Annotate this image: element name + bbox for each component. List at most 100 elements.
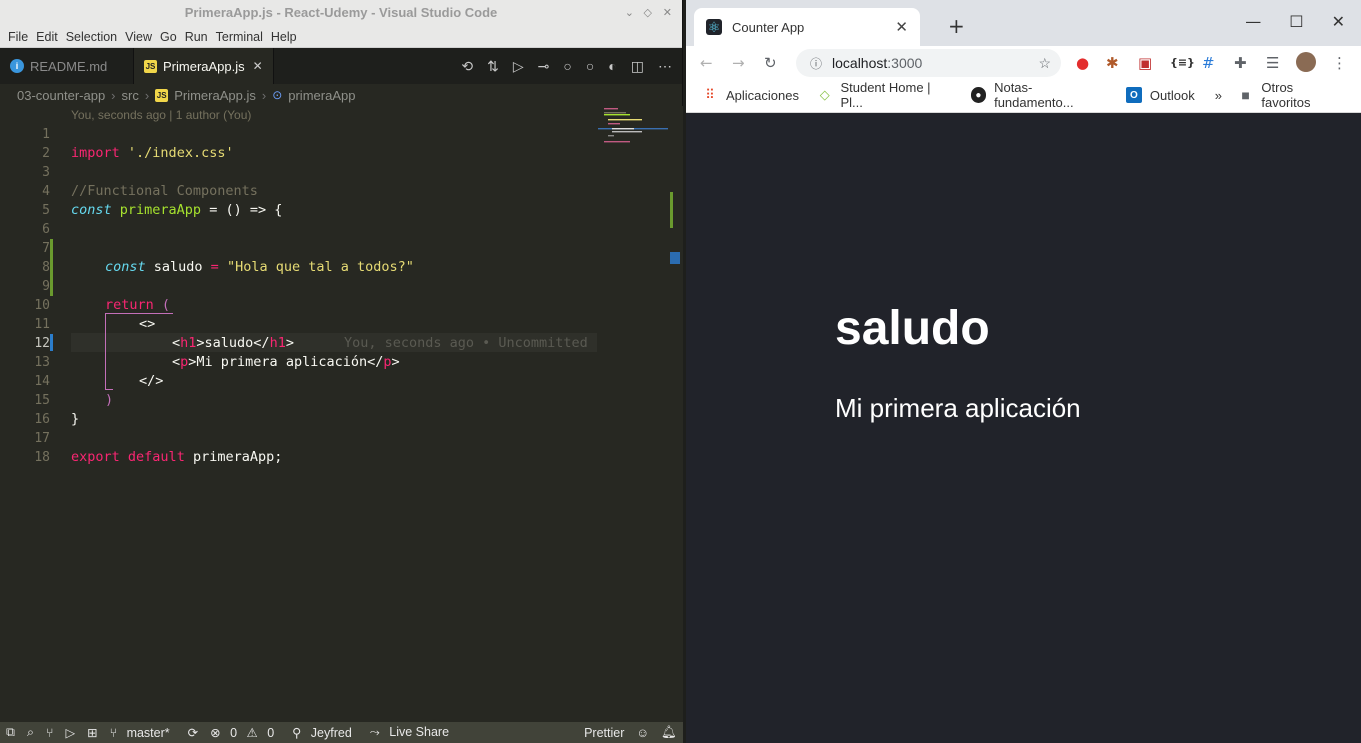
git-user-indicator[interactable]: ⚲ Jeyfred xyxy=(292,725,358,740)
code-editor[interactable]: You, seconds ago | 1 author (You) 1 2 3 … xyxy=(0,106,683,722)
live-share-button[interactable]: ⤳ Live Share xyxy=(370,725,455,740)
extensions-puzzle-icon[interactable]: ✚ xyxy=(1234,54,1247,72)
code-line-10: return ( xyxy=(105,297,171,313)
previous-change-icon[interactable]: ○ xyxy=(563,58,571,74)
pluralsight-icon: ◇ xyxy=(819,87,830,102)
bookmark-other[interactable]: ■ Otros favoritos xyxy=(1238,80,1343,110)
blame-codelens[interactable]: You, seconds ago | 1 author (You) xyxy=(71,108,251,122)
status-bar: ⧉ ⌕ ⑂ ▷ ⊞ ⑂ master* ⟳ ⊗ 0 ⚠ 0 ⚲ Jeyfred … xyxy=(0,722,683,743)
new-tab-icon[interactable]: + xyxy=(948,14,965,38)
page-viewport: saludo Mi primera aplicación xyxy=(686,113,1361,743)
explorer-icon[interactable]: ⧉ xyxy=(6,725,15,740)
menu-run[interactable]: Run xyxy=(181,30,212,44)
run-debug-icon[interactable]: ▷ xyxy=(65,725,75,740)
tab-readme[interactable]: i README.md xyxy=(0,48,134,84)
close-tab-icon[interactable]: ✕ xyxy=(253,59,263,73)
compare-changes-icon[interactable]: ⇅ xyxy=(487,58,499,75)
site-info-icon[interactable]: ⓘ xyxy=(810,55,822,72)
grid-extension-icon[interactable]: # xyxy=(1202,54,1215,72)
menu-go[interactable]: Go xyxy=(156,30,181,44)
problems-indicator[interactable]: ⊗ 0 ⚠ 0 xyxy=(210,725,280,740)
forward-icon[interactable]: → xyxy=(732,54,745,72)
line-number: 10 xyxy=(34,298,50,313)
notifications-icon[interactable]: 🔔︎ xyxy=(661,725,677,740)
window-controls: — ☐ ✕ xyxy=(1245,12,1345,31)
maximize-icon[interactable]: ☐ xyxy=(1289,12,1303,31)
code-line-16: } xyxy=(71,411,80,427)
line-number: 5 xyxy=(42,203,50,218)
breadcrumb-folder[interactable]: 03-counter-app xyxy=(17,88,105,103)
bug-extension-icon[interactable]: ✱ xyxy=(1106,54,1119,72)
menu-edit[interactable]: Edit xyxy=(32,30,62,44)
next-change-icon[interactable]: ○ xyxy=(586,58,594,74)
maximize-icon[interactable]: ◇ xyxy=(644,0,652,26)
bookmark-outlook[interactable]: O Outlook xyxy=(1125,87,1195,103)
code-line-12: <h1>saludo</h1> You, seconds ago • Uncomm… xyxy=(172,335,588,351)
toggle-blame-icon[interactable]: ◐ xyxy=(608,58,616,74)
opera-extension-icon[interactable]: ● xyxy=(1076,54,1089,72)
menu-terminal[interactable]: Terminal xyxy=(212,30,267,44)
back-icon[interactable]: ← xyxy=(700,54,713,72)
reload-icon[interactable]: ↻ xyxy=(764,54,777,72)
bookmark-star-icon[interactable]: ☆ xyxy=(1038,55,1051,72)
close-tab-icon[interactable]: ✕ xyxy=(895,18,908,36)
window-title: PrimeraApp.js - React-Udemy - Visual Stu… xyxy=(184,5,498,20)
minimize-icon[interactable]: ⌄ xyxy=(625,0,634,26)
menu-selection[interactable]: Selection xyxy=(62,30,121,44)
line-number: 3 xyxy=(42,165,50,180)
url-host: localhost xyxy=(832,55,888,71)
tab-label: PrimeraApp.js xyxy=(163,58,245,74)
react-icon: ⚛ xyxy=(706,18,722,35)
scrollbar-thumb[interactable] xyxy=(670,252,680,264)
close-icon[interactable]: ✕ xyxy=(1332,12,1345,31)
line-number: 15 xyxy=(34,393,50,408)
menu-bar: File Edit Selection View Go Run Terminal… xyxy=(0,26,682,48)
address-bar[interactable]: ⓘ localhost:3000 ☆ xyxy=(796,49,1061,77)
tab-label: README.md xyxy=(30,58,108,74)
branch-indicator[interactable]: ⑂ master* xyxy=(110,726,176,740)
breadcrumb-src[interactable]: src xyxy=(122,88,139,103)
breadcrumb-file[interactable]: PrimeraApp.js xyxy=(174,88,256,103)
image-extension-icon[interactable]: ▣ xyxy=(1138,54,1152,72)
split-editor-icon[interactable]: ◫ xyxy=(631,58,644,75)
media-playlist-icon[interactable]: ☰ xyxy=(1266,54,1279,72)
code-line-4: //Functional Components xyxy=(71,183,258,199)
extensions-icon[interactable]: ⊞ xyxy=(87,725,97,740)
line-number: 6 xyxy=(42,222,50,237)
menu-help[interactable]: Help xyxy=(267,30,301,44)
code-line-8: const saludo = "Hola que tal a todos?" xyxy=(105,259,414,275)
line-number: 16 xyxy=(34,412,50,427)
json-extension-icon[interactable]: {≡} xyxy=(1170,56,1195,69)
menu-file[interactable]: File xyxy=(4,30,32,44)
browser-tab[interactable]: ⚛ Counter App ✕ xyxy=(694,8,920,46)
tab-primeraapp[interactable]: JS PrimeraApp.js ✕ xyxy=(134,48,274,84)
bookmark-notas[interactable]: ● Notas-fundamento... xyxy=(970,80,1108,110)
source-control-icon[interactable]: ⑂ xyxy=(46,726,54,740)
bookmark-student-home[interactable]: ◇ Student Home | Pl... xyxy=(817,80,953,110)
close-icon[interactable]: ✕ xyxy=(663,0,672,26)
info-icon: i xyxy=(10,59,24,73)
git-commit-icon[interactable]: ⊸ xyxy=(538,58,550,75)
more-bookmarks-icon[interactable]: » xyxy=(1215,88,1222,103)
prettier-indicator[interactable]: Prettier xyxy=(584,726,624,740)
search-icon[interactable]: ⌕ xyxy=(27,725,34,740)
code-line-14: </> xyxy=(139,373,164,389)
js-icon: JS xyxy=(144,59,157,73)
more-actions-icon[interactable]: ⋯ xyxy=(658,58,672,75)
apps-grid-icon: ⠿ xyxy=(705,87,715,102)
breadcrumb-symbol[interactable]: primeraApp xyxy=(288,88,355,103)
timeline-icon[interactable]: ⟲ xyxy=(461,58,473,75)
minimap[interactable] xyxy=(598,106,670,166)
minimize-icon[interactable]: — xyxy=(1245,12,1261,31)
code-line-18: export default primeraApp; xyxy=(71,449,283,465)
run-icon[interactable]: ▷ xyxy=(513,58,524,75)
code-line-13: <p>Mi primera aplicación</p> xyxy=(172,354,400,370)
sync-icon[interactable]: ⟳ xyxy=(188,725,198,740)
tab-title: Counter App xyxy=(732,19,805,35)
avatar[interactable] xyxy=(1296,52,1316,72)
line-number: 7 xyxy=(42,241,50,256)
menu-view[interactable]: View xyxy=(121,30,156,44)
feedback-icon[interactable]: ☺ xyxy=(636,726,649,740)
bookmark-apps[interactable]: ⠿ Aplicaciones xyxy=(702,87,799,103)
more-menu-icon[interactable]: ⋮ xyxy=(1332,54,1347,72)
